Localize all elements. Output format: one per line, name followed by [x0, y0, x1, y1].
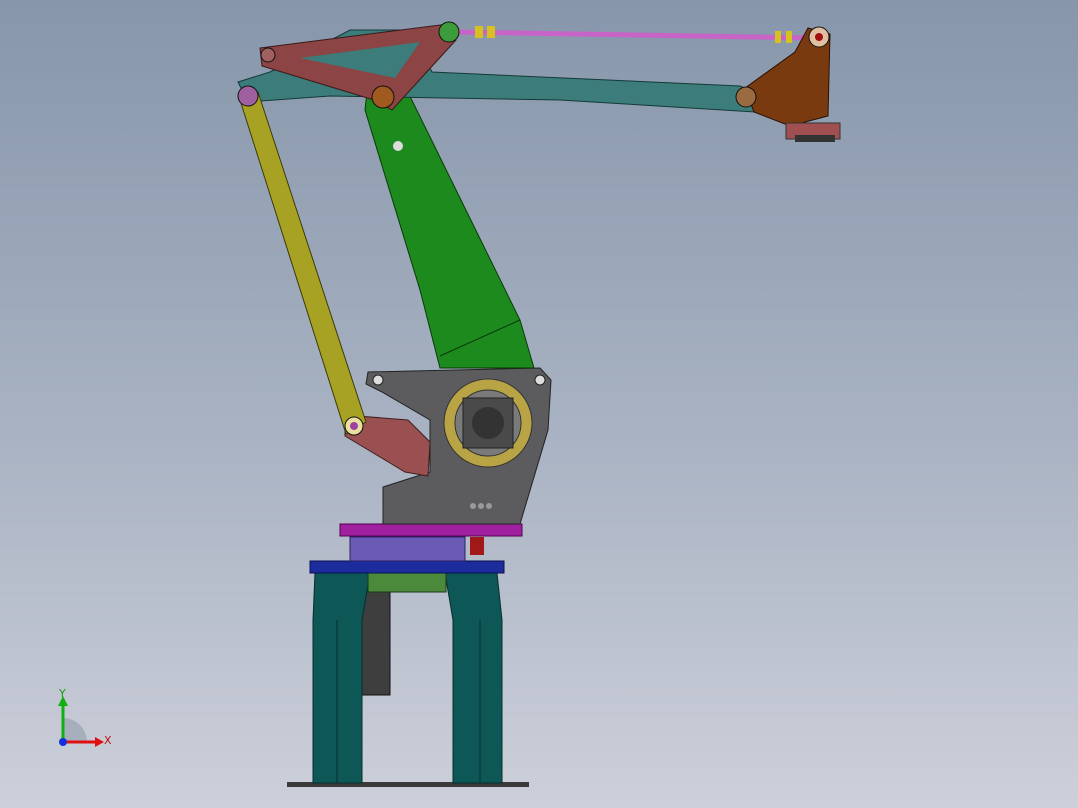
turntable-plate	[339, 523, 523, 537]
joint	[371, 85, 395, 109]
parallel-rod	[239, 91, 367, 435]
slew-bearing	[349, 536, 466, 562]
stopper	[470, 537, 484, 555]
joint	[438, 21, 460, 43]
base-gearbox	[367, 572, 447, 593]
blue-plate	[309, 560, 505, 574]
joint	[735, 86, 757, 108]
tie-rod	[454, 29, 816, 41]
right-leg	[444, 572, 503, 784]
x-axis-label: X	[104, 734, 112, 747]
joint	[260, 47, 276, 63]
left-leg	[312, 572, 371, 784]
joint	[237, 85, 259, 107]
upper-arm	[364, 75, 535, 369]
y-axis-label: Y	[58, 687, 66, 700]
axis-triad	[58, 696, 104, 747]
cad-viewport[interactable]: Y X	[0, 0, 1078, 808]
robot-model: Y X	[58, 21, 841, 787]
